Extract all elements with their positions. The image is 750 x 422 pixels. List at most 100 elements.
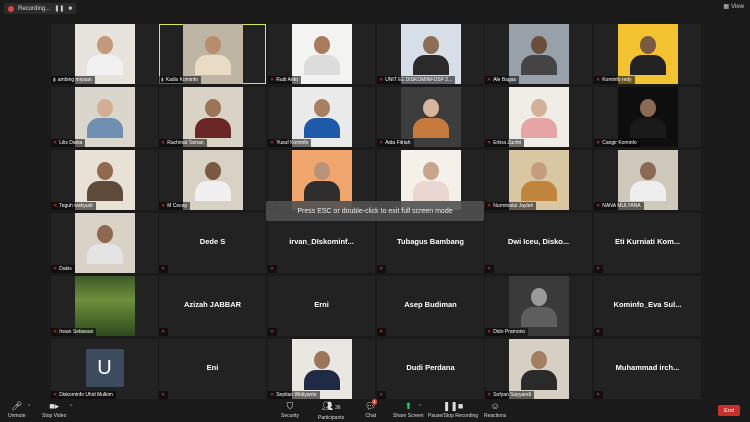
muted-mic-icon: ✕ (270, 140, 275, 146)
stop-recording-icon[interactable]: ■ (68, 6, 72, 12)
end-meeting-button[interactable]: End (718, 405, 740, 416)
unmute-button[interactable]: 🎤︎ Unmute (8, 401, 26, 420)
participant-torso (303, 370, 340, 390)
muted-mic-icon: ✕ (53, 266, 58, 272)
participant-tile[interactable]: Dwi Iceu, Disko... ✕ (485, 213, 592, 273)
pause-stop-icon: ❚❚■ (442, 401, 464, 411)
participant-tile[interactable]: ✕ Erlina Zuchri (485, 87, 592, 147)
participant-video (182, 87, 243, 147)
participant-tile[interactable]: Erni ✕ (268, 276, 375, 336)
participant-label: ✕ Nurminatul Jaylah (485, 202, 537, 210)
muted-mic-icon: ✕ (53, 140, 58, 146)
participant-tile[interactable]: ✕ NANA MULYANA (594, 150, 701, 210)
top-bar: Recording... ❚❚ ■ ▦ View (0, 0, 750, 16)
participant-torso (303, 181, 340, 201)
recording-dot-icon (8, 5, 14, 12)
participant-tile[interactable]: Azizah JABBAR ✕ (159, 276, 266, 336)
participant-label: ✕ Rudi Anto (268, 76, 301, 84)
participant-label: ✕ Irwan Setiawan (51, 328, 97, 336)
pause-recording-button[interactable]: ❚❚■ Pause/Stop Recording (428, 401, 478, 420)
participant-torso (86, 118, 123, 138)
participant-torso (194, 55, 231, 75)
participant-figure (520, 288, 557, 327)
participant-tile[interactable]: Kominfo_Eva Sul... ✕ (594, 276, 701, 336)
participant-tile[interactable]: irvan_DIskominf... ✕ (268, 213, 375, 273)
participant-label: ✕ (485, 265, 495, 273)
participant-tile[interactable]: Eti Kurniati Kom... ✕ (594, 213, 701, 273)
participant-head (313, 351, 330, 369)
participant-tile[interactable]: ✕ Sofyan Sopyandi (485, 339, 592, 399)
audio-options-caret-icon[interactable]: ^ (28, 404, 30, 410)
video-options-caret-icon[interactable]: ^ (70, 404, 72, 410)
recording-indicator[interactable]: Recording... ❚❚ ■ (4, 3, 77, 14)
participant-video (74, 276, 135, 336)
participant-tile[interactable]: ✕ Cangir Kominfo (594, 87, 701, 147)
participant-label: ✕ (159, 265, 169, 273)
muted-mic-icon: ✕ (596, 266, 601, 272)
participant-tile[interactable]: ✕ Kominfo redy (594, 24, 701, 84)
participant-label: ✕ Aida Fitriah (377, 139, 414, 147)
participant-tile[interactable]: ✕ Rudi Anto (268, 24, 375, 84)
participant-tile[interactable]: ✕ Rachmat Taman (159, 87, 266, 147)
participant-video (508, 276, 569, 336)
participant-figure (194, 162, 231, 201)
participant-tile[interactable]: ✕ Dido Pramono (485, 276, 592, 336)
participant-label: ✕ M Cecep (159, 202, 191, 210)
participant-label: ✕ Kominfo redy (594, 76, 635, 84)
participant-tile[interactable]: ✕ Irwan Setiawan (51, 276, 158, 336)
view-label: View (731, 3, 744, 10)
participant-tile[interactable]: ▮ Kadis Kominfo (159, 24, 266, 84)
participant-tile[interactable]: Eni ✕ (159, 339, 266, 399)
participant-tile[interactable]: ✕ Aida Fitriah (377, 87, 484, 147)
participant-tile[interactable]: Dede S ✕ (159, 213, 266, 273)
participant-figure (629, 36, 666, 75)
participant-video (291, 87, 352, 147)
participant-tile[interactable]: ✕ Ale Bagas (485, 24, 592, 84)
participant-tile[interactable]: ✕ M Cecep (159, 150, 266, 210)
participant-label: ✕ (594, 265, 604, 273)
participant-name: Irwan Setiawan (59, 329, 94, 335)
participant-name-large: Azizah JABBAR (183, 300, 242, 309)
reactions-button[interactable]: ☺ Reactions (484, 402, 506, 420)
participant-tile[interactable]: ✕ Dakis (51, 213, 158, 273)
participant-tile[interactable]: ✕ Septian Widiyanto (268, 339, 375, 399)
participant-tile[interactable]: Dudi Perdana ✕ (377, 339, 484, 399)
participant-name: Cangir Kominfo (602, 140, 637, 146)
participant-head (96, 99, 113, 117)
chat-button[interactable]: 💬︎ 1 Chat (365, 399, 377, 419)
view-button[interactable]: ▦ View (723, 3, 744, 11)
security-button[interactable]: ⛉ Security (281, 401, 299, 420)
participant-tile[interactable]: Tubagus Bambang ✕ (377, 213, 484, 273)
share-options-caret-icon[interactable]: ^ (419, 404, 421, 410)
muted-mic-icon: ✕ (487, 329, 492, 335)
unmute-label: Unmute (8, 413, 26, 419)
participant-video (291, 339, 352, 399)
shield-icon: ⛉ (286, 401, 294, 411)
participant-tile[interactable]: ✕ Nurminatul Jaylah (485, 150, 592, 210)
muted-mic-icon: 🎤︎ (11, 401, 23, 411)
participant-name: ambing miyaan (57, 77, 92, 83)
participant-tile[interactable]: ✕ Teguh wahyudi (51, 150, 158, 210)
participant-tile[interactable]: ✕ UNIT E1 DISKOMINFOSP 2... (377, 24, 484, 84)
participant-label: ✕ (268, 265, 278, 273)
participant-tile[interactable]: Asep Budiman ✕ (377, 276, 484, 336)
participant-tile[interactable]: ✕ Yusuf Kominfo (268, 87, 375, 147)
participant-tile[interactable]: U ✕ Diskominfo Uhid Mulkim (51, 339, 158, 399)
participant-figure (520, 36, 557, 75)
participant-tile[interactable]: ✕ Lilis Dania (51, 87, 158, 147)
participant-name: Lilis Dania (59, 140, 83, 146)
participant-label: ✕ Yusuf Kominfo (268, 139, 312, 147)
pause-recording-icon[interactable]: ❚❚ (54, 5, 64, 12)
muted-mic-icon: ✕ (270, 266, 275, 272)
participant-figure (629, 99, 666, 138)
participant-tile[interactable]: ▮ ambing miyaan (51, 24, 158, 84)
participants-button[interactable]: 👥︎ 36 Participants (318, 402, 344, 422)
participant-video (400, 87, 461, 147)
muted-mic-icon: ✕ (379, 266, 384, 272)
stop-video-button[interactable]: ■▸ Stop Video (42, 402, 66, 420)
participant-name: Erlina Zuchri (493, 140, 522, 146)
participant-name: NANA MULYANA (602, 203, 641, 209)
participant-tile[interactable]: Muhammad irch... ✕ (594, 339, 701, 399)
participant-figure (303, 36, 340, 75)
participant-head (530, 99, 547, 117)
